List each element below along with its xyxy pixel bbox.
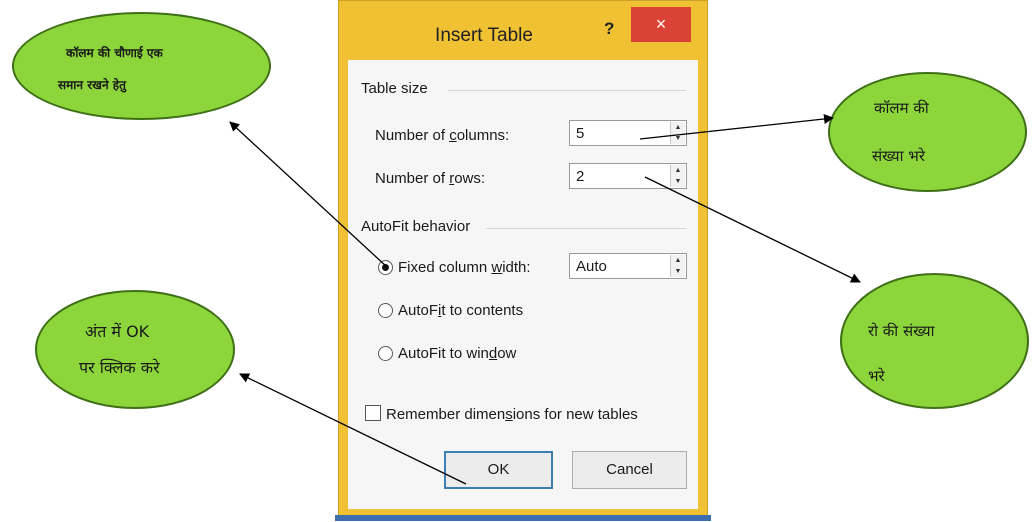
annotation-arrows — [229, 114, 861, 485]
arrow-rows — [644, 176, 861, 283]
arrow-ok — [239, 373, 467, 485]
arrow-columns — [639, 114, 834, 140]
arrow-equal-width — [229, 121, 388, 268]
